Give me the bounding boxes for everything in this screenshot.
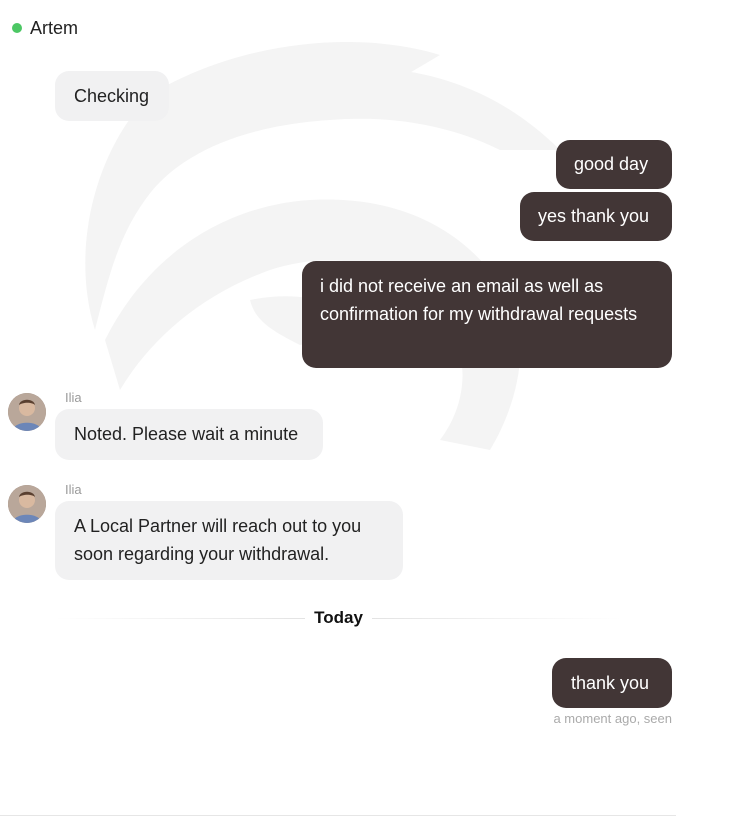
avatar-photo-icon	[8, 393, 46, 431]
avatar[interactable]	[8, 485, 46, 523]
composer-border	[0, 815, 676, 816]
message-text: thank you	[571, 673, 650, 693]
divider-line	[55, 618, 305, 619]
divider-line	[372, 618, 622, 619]
message-text: good day	[574, 154, 649, 174]
sender-name: Ilia	[65, 482, 82, 497]
message-bubble-incoming: Noted. Please wait a minute	[55, 409, 323, 460]
message-text: i did not receive an email as well as co…	[320, 276, 638, 324]
avatar-photo-icon	[8, 485, 46, 523]
message-status: a moment ago, seen	[553, 711, 672, 726]
message-bubble-incoming: Checking	[55, 71, 169, 121]
chat-header: Artem	[12, 16, 78, 40]
contact-name: Artem	[30, 17, 79, 38]
message-text: Checking	[74, 86, 150, 106]
message-text: A Local Partner will reach out to you so…	[74, 516, 362, 564]
message-text: Noted. Please wait a minute	[74, 424, 299, 444]
day-divider-label: Today	[314, 608, 363, 627]
message-bubble-incoming: A Local Partner will reach out to you so…	[55, 501, 403, 580]
sender-name: Ilia	[65, 390, 82, 405]
avatar[interactable]	[8, 393, 46, 431]
online-status-dot	[12, 23, 22, 33]
message-text: yes thank you	[538, 206, 650, 226]
message-bubble-outgoing: thank you	[552, 658, 672, 708]
message-bubble-outgoing: good day	[556, 140, 672, 189]
message-bubble-outgoing: i did not receive an email as well as co…	[302, 261, 672, 368]
message-bubble-outgoing: yes thank you	[520, 192, 672, 241]
